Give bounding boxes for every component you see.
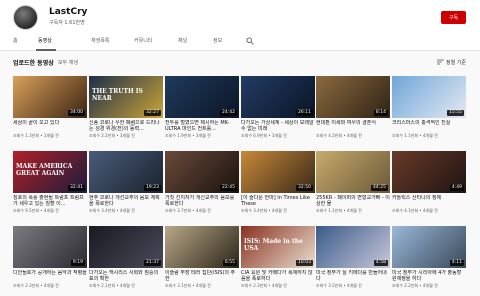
video-duration: 32:27 xyxy=(144,110,161,116)
video-meta: 조회수 9.5만회 • 4개월 전 xyxy=(13,208,59,213)
video-thumbnail[interactable]: 22:45 xyxy=(165,151,239,193)
video-duration: 24:42 xyxy=(220,110,237,116)
sort-label[interactable]: 정렬 기준 xyxy=(446,59,466,66)
video-title[interactable]: 세상이 끝이 오고 있다 xyxy=(13,120,87,126)
video-duration: 10:03 xyxy=(296,260,313,266)
video-meta: 조회수 6.9만회 • 3개월 전 xyxy=(241,133,287,138)
channel-avatar[interactable] xyxy=(13,5,38,30)
video-duration: 15:55 xyxy=(447,110,464,116)
video-thumbnail[interactable]: 15:55 xyxy=(392,76,466,118)
tab-community[interactable]: 커뮤니티 xyxy=(134,37,152,44)
tab-playlists[interactable]: 재생목록 xyxy=(91,37,109,44)
tab-channels[interactable]: 채널 xyxy=(178,37,187,44)
channel-name: LastCry xyxy=(49,7,88,17)
video-title[interactable]: 크리스마스의 충격적인 진실 xyxy=(392,120,466,126)
thumbnail-caption: THE TRUTH IS NEAR xyxy=(92,88,143,102)
video-title[interactable]: 미국 정부가 실 키에다를 만들어내다 xyxy=(316,270,390,282)
video-duration: 21:37 xyxy=(144,260,161,266)
video-meta: 조회수 2.1만회 • 4개월 전 xyxy=(89,283,135,288)
video-thumbnail[interactable]: 4:58 xyxy=(316,226,390,268)
channel-header: LastCry 구독자 1.61만명 구독 xyxy=(0,0,480,33)
video-title[interactable]: [이 즐다운 한마] In Times Like These xyxy=(241,195,315,207)
video-meta: 조회수 2.3만회 • 4개월 전 xyxy=(13,283,59,288)
video-thumbnail[interactable]: 19:23 xyxy=(89,151,163,193)
video-thumbnail[interactable]: 4:11 xyxy=(392,226,466,268)
video-duration: 4:11 xyxy=(449,260,464,266)
video-title[interactable]: 현대판 이세와 여우의 결혼식 xyxy=(316,120,390,126)
video-thumbnail[interactable]: 26:11 xyxy=(241,76,315,118)
video-thumbnail[interactable]: ISIS: Made in the USA 10:03 xyxy=(241,226,315,268)
video-duration: 6:55 xyxy=(222,260,237,266)
video-title[interactable]: 거짓 선지자가 개신교주의 음모를 폭로한다 xyxy=(165,195,239,207)
video-meta: 조회수 4.2만회 • 4개월 전 xyxy=(316,133,362,138)
video-duration: 32:41 xyxy=(68,185,85,191)
video-thumbnail[interactable]: 8:14 xyxy=(316,76,390,118)
video-thumbnail[interactable]: 6:55 xyxy=(165,226,239,268)
video-thumbnail[interactable]: 32:50 xyxy=(241,151,315,193)
video-thumbnail[interactable]: THE TRUTH IS NEAR 32:27 xyxy=(89,76,163,118)
video-thumbnail[interactable]: 44:25 xyxy=(316,151,390,193)
tab-home[interactable]: 홈 xyxy=(13,37,18,44)
video-title[interactable]: 미국 정부가 시리아에 4가 출동할 원재정을 하다 xyxy=(392,270,466,282)
video-title[interactable]: 칭호의 폭풍 출현될 트럼프 트럼프가 세우고 있는 칭할 이... xyxy=(13,195,87,207)
video-duration: 19:23 xyxy=(144,185,161,191)
video-thumbnail[interactable]: MAKE AMERICA GREAT AGAIN 32:41 xyxy=(13,151,87,193)
video-title[interactable]: 다가오는 캐시리스 사회와 짐승의 표의 확한 xyxy=(89,270,163,282)
video-title[interactable]: CIA 요원 및 카메다가 폭재하지 않음을 폭로하다 xyxy=(241,270,315,282)
video-duration: 4:49 xyxy=(449,185,464,191)
video-meta: 조회수 2.3만회 • 4개월 전 xyxy=(241,283,287,288)
video-title[interactable]: 카톨릭스 산타나의 정체 xyxy=(392,195,466,201)
video-meta: 조회수 3.4만회 • 4개월 전 xyxy=(89,208,135,213)
video-meta: 조회수 3.7만회 • 4개월 전 xyxy=(165,208,211,213)
video-duration: 8:14 xyxy=(373,110,388,116)
search-icon[interactable] xyxy=(246,37,254,45)
video-duration: 32:50 xyxy=(296,185,313,191)
video-title[interactable]: 255KR - 페이퍼의 변형교가빠 - 이상한 물 xyxy=(316,195,390,207)
video-duration: 34:00 xyxy=(68,110,85,116)
video-meta: 조회수 4.1만회 • 4개월 전 xyxy=(392,208,438,213)
video-meta: 조회수 3.4만회 • 4개월 전 xyxy=(241,208,287,213)
video-title[interactable]: 전투를 벌였으면 제시하는 MK-ULTRA 마인드 컨트롤... xyxy=(165,120,239,132)
thumbnail-caption: ISIS: Made in the USA xyxy=(244,238,303,252)
video-thumbnail[interactable]: 21:37 xyxy=(89,226,163,268)
video-meta: 조회수 1.1만회 • 4개월 전 xyxy=(316,208,362,213)
sort-icon[interactable] xyxy=(437,59,444,65)
channel-tabs: 홈 동영상 재생목록 커뮤니티 채널 정보 xyxy=(0,33,480,51)
video-title[interactable]: 신종 코로나 우한 폐렴으로 드러나는 성경 위경(전)의 동력... xyxy=(89,120,163,132)
video-meta: 조회수 1.3만회 • 1개월 전 xyxy=(13,133,59,138)
video-duration: 22:45 xyxy=(220,185,237,191)
thumbnail-caption: MAKE AMERICA GREAT AGAIN xyxy=(16,163,73,177)
video-meta: 조회수 3.5만회 • 4개월 전 xyxy=(316,283,362,288)
video-title[interactable]: 다가오는 가상세계 - 세상이 모래알 수 없는 미래 xyxy=(241,120,315,132)
video-meta: 조회수 2.2만회 • 4개월 전 xyxy=(392,283,438,288)
play-all-link[interactable]: 모두 재생 xyxy=(58,59,78,66)
tab-videos[interactable]: 동영상 xyxy=(38,37,52,44)
video-thumbnail[interactable]: 34:00 xyxy=(13,76,87,118)
video-meta: 조회수 3.1만회 • 4개월 전 xyxy=(165,283,211,288)
video-title[interactable]: 이슬람 무장 테러 집단(ISIS)의 주한 xyxy=(165,270,239,282)
section-title: 업로드한 동영상 xyxy=(13,60,54,67)
video-thumbnail[interactable]: 9:19 xyxy=(13,226,87,268)
video-meta: 조회수 1.9만회 • 3개월 전 xyxy=(165,133,211,138)
video-thumbnail[interactable]: 4:49 xyxy=(392,151,466,193)
subscriber-count: 구독자 1.61만명 xyxy=(49,20,85,26)
video-duration: 44:25 xyxy=(371,185,388,191)
video-title[interactable]: 디안될로가 공개하는 음악과 적령을 xyxy=(13,270,87,276)
active-tab-indicator xyxy=(36,49,56,51)
video-meta: 조회수 1.1만회 • 4개월 전 xyxy=(392,133,438,138)
video-duration: 4:58 xyxy=(373,260,388,266)
subscribe-button[interactable]: 구독 xyxy=(441,11,466,24)
video-title[interactable]: 현주 코로나 개선교주의 음모 계획을 폭로한다 xyxy=(89,195,163,207)
video-duration: 26:11 xyxy=(296,110,313,116)
video-meta: 조회수 2.2만회 • 3개월 전 xyxy=(89,133,135,138)
tab-about[interactable]: 정보 xyxy=(213,37,222,44)
video-duration: 9:19 xyxy=(70,260,85,266)
video-thumbnail[interactable]: 24:42 xyxy=(165,76,239,118)
